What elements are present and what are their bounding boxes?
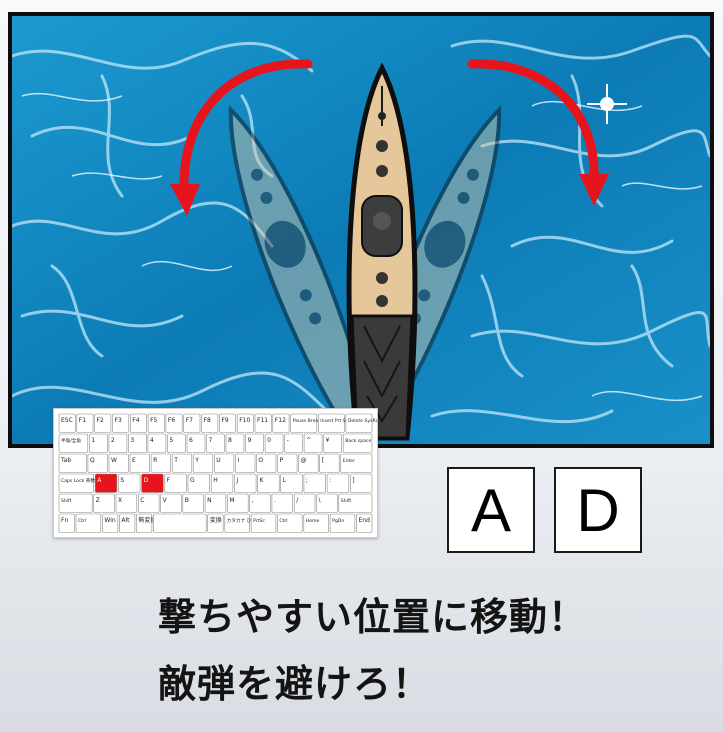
- keyboard-key-label: F: [167, 477, 171, 484]
- keyboard-key-label: F2: [97, 417, 104, 424]
- keyboard-key-label: I: [237, 457, 239, 464]
- keyboard-key-label: Alt: [121, 517, 130, 524]
- keyboard-keys: ESC F1 F2 F3 F4 F5 F6 F7 F8 F9 F10 F11 F12 Pause Brea…: [58, 413, 377, 533]
- keyboard-key-label: F7: [186, 417, 193, 424]
- keyboard-key-label: T: [173, 457, 178, 464]
- d-key-icon: D: [554, 467, 642, 553]
- keyboard-key-label: 4: [150, 437, 154, 444]
- keyboard-key-label: H: [213, 477, 218, 484]
- keyboard-key-label: F10: [239, 417, 250, 424]
- keyboard-diagram: ESC F1 F2 F3 F4 F5 F6 F7 F8 F9 F10 F11 F12 Pause Brea…: [53, 408, 378, 538]
- keyboard-key-label: R: [153, 457, 157, 464]
- keyboard-key-label: 1: [91, 437, 95, 444]
- keyboard-key-label: Q: [90, 457, 95, 464]
- keyboard-key-label: U: [216, 457, 220, 464]
- keyboard-key-label: Back space: [345, 438, 371, 444]
- keyboard-key-label: ;: [306, 477, 308, 484]
- keyboard-key-label: F8: [204, 417, 211, 424]
- keyboard-key-label: ¥: [326, 437, 330, 444]
- keyboard-key-label: W: [111, 457, 117, 464]
- keyboard-key-label: ^: [306, 437, 311, 444]
- a-key-label: A: [470, 476, 512, 544]
- keyboard-key-label: J: [235, 477, 238, 484]
- keyboard-key-label: B: [185, 497, 189, 504]
- keyboard-key-label: E: [132, 457, 136, 464]
- game-scene: [8, 12, 714, 448]
- keyboard-key-label: Insert Prt Sc: [320, 418, 348, 424]
- keyboard-key-label: 8: [228, 437, 232, 444]
- keyboard-key-label: F3: [115, 417, 122, 424]
- keyboard-key-label: Ctrl: [279, 518, 287, 524]
- keyboard-key-label: Delete SysRq: [348, 418, 377, 424]
- keyboard-key-label: ,: [252, 497, 254, 504]
- keyboard-key-label: ]: [352, 477, 354, 484]
- keyboard-key-label: Shift: [341, 498, 352, 504]
- keyboard-key-label: O: [258, 457, 263, 464]
- keyboard-key-label: 3: [130, 437, 134, 444]
- keyboard-key-label: Ctrl: [78, 518, 86, 524]
- keyboard-key-label: S: [120, 477, 124, 484]
- keyboard-key-label: 9: [248, 437, 252, 444]
- keyboard-key-label: End: [359, 517, 371, 524]
- keyboard-key-label: 変換: [210, 516, 222, 524]
- a-key-icon: A: [447, 467, 535, 553]
- keyboard-key-label: PrtSc: [253, 518, 265, 524]
- keyboard-key-label: 6: [189, 437, 193, 444]
- keyboard-key-label: @: [301, 457, 307, 464]
- caption-dodge: 敵弾を避けろ！: [158, 662, 432, 706]
- keyboard-key-label: Caps Lock 英数: [61, 477, 95, 484]
- keyboard-key-label: 0: [267, 437, 271, 444]
- keyboard-key-label: Y: [194, 457, 199, 464]
- keyboard-key-label: 5: [169, 437, 173, 444]
- keyboard-key-label: Z: [96, 497, 100, 504]
- keyboard-key-label: M: [229, 497, 234, 504]
- keyboard-key-label: -: [287, 437, 289, 444]
- keyboard-key-label: F4: [132, 417, 139, 424]
- keyboard-key-label: F6: [168, 417, 175, 424]
- keyboard-key-label: 半角/全角: [61, 437, 81, 444]
- keyboard-key-label: F1: [79, 417, 86, 424]
- keyboard-key-label: X: [118, 497, 122, 504]
- keyboard-key-label: F9: [221, 417, 228, 424]
- keyboard-key-label: G: [190, 477, 195, 484]
- keyboard-key-label: N: [207, 497, 212, 504]
- keyboard-key-label: [: [322, 457, 324, 464]
- keyboard-key-label: D: [144, 477, 149, 484]
- keyboard-key: [153, 513, 207, 533]
- keyboard-key-label: Shift: [61, 498, 72, 504]
- keyboard-key-label: Tab: [60, 457, 71, 464]
- keyboard-key-label: Home: [306, 518, 320, 524]
- water-background: [12, 16, 710, 444]
- caption-move: 撃ちやすい位置に移動！: [158, 595, 588, 639]
- keyboard-key-label: F12: [275, 417, 286, 424]
- keyboard-key-label: Enter: [343, 458, 355, 464]
- keyboard-key-label: F5: [150, 417, 157, 424]
- keyboard-key-label: Pause Break: [293, 418, 322, 424]
- d-key-label: D: [576, 476, 620, 544]
- keyboard-key-label: P: [280, 457, 284, 464]
- keyboard-key-label: .: [274, 497, 276, 504]
- keyboard-key-label: 7: [209, 437, 213, 444]
- keyboard-key-label: F11: [257, 417, 268, 424]
- keyboard-key-label: Win: [104, 517, 115, 524]
- keyboard-key-label: ESC: [61, 417, 73, 424]
- keyboard-key-label: 2: [111, 437, 115, 444]
- keyboard-key-label: C: [140, 497, 144, 504]
- keyboard-key-label: PgDn: [332, 518, 344, 524]
- keyboard-key-label: Fn: [61, 517, 68, 524]
- keyboard-key-label: :: [329, 477, 331, 484]
